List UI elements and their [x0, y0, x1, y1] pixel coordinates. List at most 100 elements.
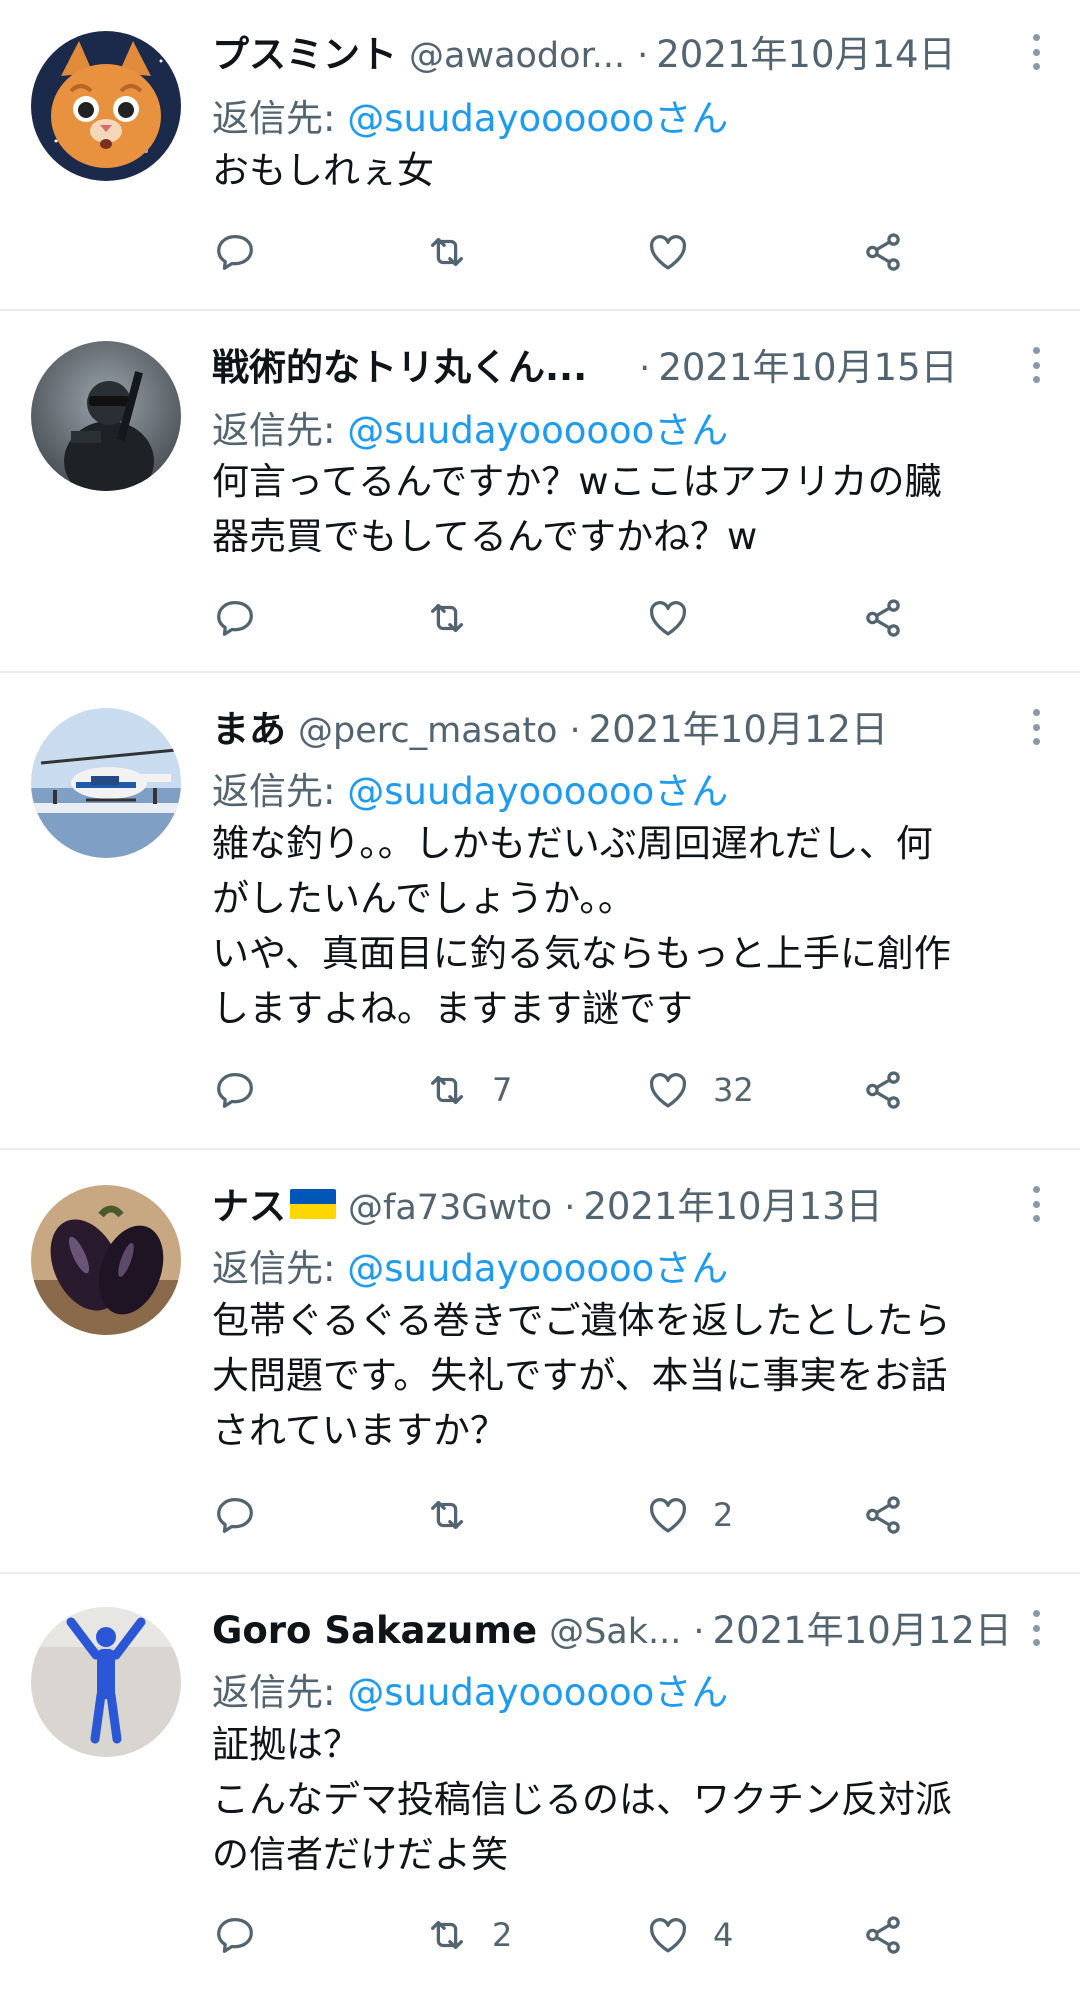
display-name[interactable]: ナス — [212, 1176, 286, 1230]
retweet-count: 7 — [492, 1071, 513, 1109]
display-name[interactable]: まあ — [212, 699, 286, 753]
retweet-button[interactable] — [424, 1490, 492, 1540]
user-handle[interactable]: @Sak... — [549, 1612, 681, 1652]
retweet-button[interactable]: 2 — [424, 1910, 512, 1960]
retweet-button[interactable]: 7 — [424, 1065, 512, 1115]
share-button[interactable] — [860, 1490, 906, 1540]
display-name[interactable]: Goro Sakazume — [212, 1609, 537, 1652]
share-button[interactable] — [860, 593, 906, 643]
action-bar: 7 32 — [212, 1065, 932, 1115]
tweet-date[interactable]: 2021年10月15日 — [658, 337, 957, 391]
avatar-soldier[interactable] — [31, 341, 181, 491]
tweet[interactable]: ナス @fa73Gwto · 2021年10月13日 返信先: @suudayo… — [0, 1150, 1080, 1574]
reply-to-suffix[interactable]: さん — [654, 97, 728, 140]
tweet[interactable]: 戦術的なトリ丸くん... · 2021年10月15日 返信先: @suudayo… — [0, 311, 1080, 673]
user-handle[interactable]: @perc_masato — [298, 711, 557, 751]
reply-button[interactable] — [212, 1490, 258, 1540]
display-name[interactable]: 戦術的なトリ丸くん... — [212, 337, 587, 391]
retweet-button[interactable] — [424, 227, 492, 277]
share-button[interactable] — [860, 227, 906, 277]
reply-prefix: 返信先: — [212, 97, 348, 140]
like-icon — [649, 1073, 687, 1108]
like-button[interactable] — [645, 593, 713, 643]
like-button[interactable]: 32 — [645, 1065, 754, 1115]
user-handle[interactable]: @awaodor... — [409, 36, 625, 76]
tweet-date[interactable]: 2021年10月14日 — [656, 24, 955, 78]
action-bar — [212, 593, 932, 643]
tweet-date[interactable]: 2021年10月13日 — [583, 1176, 882, 1230]
reply-button[interactable] — [212, 1910, 258, 1960]
ukraine-flag-icon — [290, 1189, 336, 1219]
share-icon — [866, 599, 900, 637]
avatar-eggplant[interactable] — [31, 1185, 181, 1335]
like-count: 32 — [713, 1071, 754, 1109]
reply-button[interactable] — [212, 593, 258, 643]
reply-to-suffix[interactable]: さん — [654, 409, 728, 452]
avatar-cat[interactable] — [31, 31, 181, 181]
reply-icon — [217, 235, 253, 270]
reply-to-suffix[interactable]: さん — [654, 1671, 728, 1714]
reply-prefix: 返信先: — [212, 1671, 348, 1714]
tweet-text: 証拠は？ こんなデマ投稿信じるのは、ワクチン反対派 の信者だけだよ笑 — [212, 1717, 1040, 1882]
tweet-date[interactable]: 2021年10月12日 — [713, 1600, 1012, 1654]
reply-to-suffix[interactable]: さん — [654, 1247, 728, 1290]
tweet-text-line: 何言ってるんですか？wここはアフリカの臓 — [212, 460, 942, 503]
tweet-text-line: されていますか？ — [212, 1409, 507, 1452]
action-bar: 2 — [212, 1490, 932, 1540]
tweet-text: おもしれぇ女 — [212, 143, 1040, 198]
reply-to-handle[interactable]: @suudayoooooo — [347, 1671, 654, 1714]
like-button[interactable]: 2 — [645, 1490, 733, 1540]
retweet-icon — [430, 603, 464, 633]
reply-context: 返信先: @suudayooooooさん — [212, 1662, 728, 1716]
separator-dot: · — [639, 349, 651, 389]
reply-to-handle[interactable]: @suudayoooooo — [347, 409, 654, 452]
user-handle[interactable]: @fa73Gwto — [348, 1188, 552, 1228]
tweet-text-line: 包帯ぐるぐる巻きでご遺体を返したとしたら — [212, 1299, 951, 1342]
reply-icon — [217, 1073, 253, 1108]
reply-to-handle[interactable]: @suudayoooooo — [347, 1247, 654, 1290]
avatar-figure[interactable] — [31, 1607, 181, 1757]
display-name[interactable]: プスミント — [212, 24, 397, 78]
tweet[interactable]: まあ @perc_masato · 2021年10月12日 返信先: @suud… — [0, 673, 1080, 1150]
tweet-text-line: 雑な釣り。。しかもだいぶ周回遅れだし、何 — [212, 822, 933, 865]
reply-button[interactable] — [212, 1065, 258, 1115]
avatar-helicopter[interactable] — [31, 708, 181, 858]
retweet-count: 2 — [492, 1916, 513, 1954]
tweet-date[interactable]: 2021年10月12日 — [589, 699, 888, 753]
more-icon[interactable] — [1026, 345, 1046, 385]
share-icon — [866, 1916, 900, 1954]
tweet[interactable]: Goro Sakazume @Sak... · 2021年10月12日 返信先:… — [0, 1574, 1080, 1993]
reply-context: 返信先: @suudayooooooさん — [212, 761, 728, 815]
share-button[interactable] — [860, 1910, 906, 1960]
share-icon — [866, 233, 900, 271]
share-icon — [866, 1071, 900, 1109]
more-icon[interactable] — [1026, 707, 1046, 747]
tweet-header: プスミント @awaodor... · 2021年10月14日 — [212, 24, 1000, 76]
action-bar — [212, 227, 932, 277]
tweet-header: まあ @perc_masato · 2021年10月12日 — [212, 699, 1000, 751]
retweet-icon — [430, 1920, 464, 1950]
retweet-button[interactable] — [424, 593, 492, 643]
reply-to-handle[interactable]: @suudayoooooo — [347, 770, 654, 813]
reply-to-suffix[interactable]: さん — [654, 770, 728, 813]
more-icon[interactable] — [1026, 32, 1046, 72]
like-icon — [649, 601, 687, 636]
like-icon — [649, 1498, 687, 1533]
tweet-header: 戦術的なトリ丸くん... · 2021年10月15日 — [212, 337, 1000, 389]
tweet-text-line: の信者だけだよ笑 — [212, 1833, 508, 1876]
like-button[interactable]: 4 — [645, 1910, 733, 1960]
reply-to-handle[interactable]: @suudayoooooo — [347, 97, 654, 140]
more-icon[interactable] — [1026, 1608, 1046, 1648]
tweet-text-line: 大問題です。失礼ですが、本当に事実をお話 — [212, 1354, 948, 1397]
share-button[interactable] — [860, 1065, 906, 1115]
reply-context: 返信先: @suudayooooooさん — [212, 88, 728, 142]
tweet[interactable]: プスミント @awaodor... · 2021年10月14日 返信先: @su… — [0, 0, 1080, 311]
tweet-header: ナス @fa73Gwto · 2021年10月13日 — [212, 1176, 1000, 1228]
like-button[interactable] — [645, 227, 713, 277]
separator-dot: · — [693, 1612, 705, 1652]
reply-button[interactable] — [212, 227, 258, 277]
tweet-header: Goro Sakazume @Sak... · 2021年10月12日 — [212, 1600, 1012, 1652]
more-icon[interactable] — [1026, 1184, 1046, 1224]
share-icon — [866, 1496, 900, 1534]
tweet-text-line: 証拠は？ — [212, 1723, 360, 1766]
